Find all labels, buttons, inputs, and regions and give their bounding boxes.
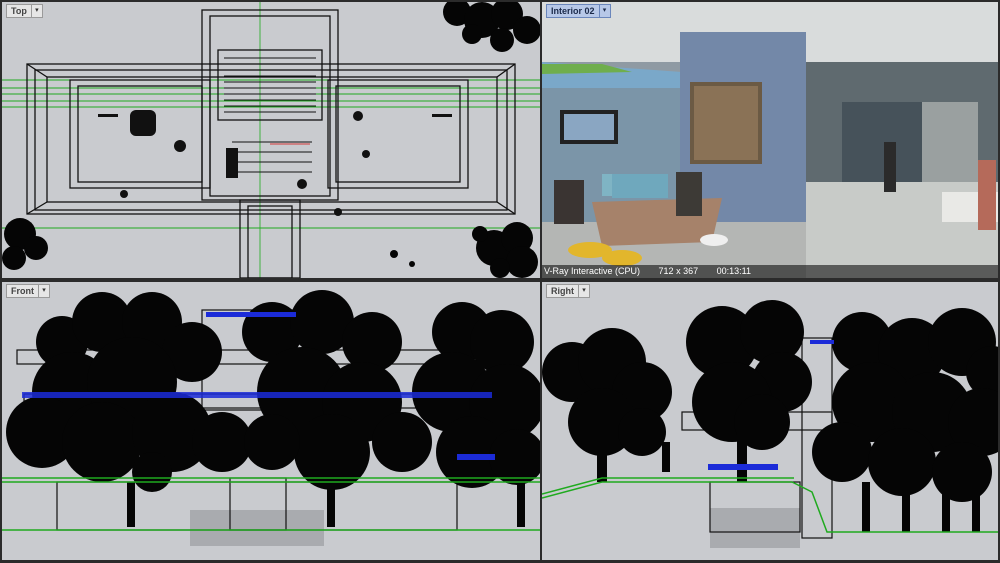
viewport-tab-top[interactable]: Top ▾ (6, 4, 43, 18)
chevron-down-icon[interactable]: ▾ (599, 4, 611, 18)
viewport-tab-front[interactable]: Front ▾ (6, 284, 50, 298)
right-elevation-drawing (542, 300, 998, 548)
viewport-front[interactable]: Front ▾ (2, 282, 540, 560)
interior-render-image (542, 2, 998, 278)
render-resolution-text: 712 x 367 (658, 266, 699, 276)
viewport-label-interior[interactable]: Interior 02 (546, 4, 600, 18)
tree-canopies-top (2, 2, 540, 278)
viewport-tab-right[interactable]: Right ▾ (546, 284, 590, 298)
top-plan-drawing (2, 2, 540, 278)
viewport-tab-interior[interactable]: Interior 02 ▾ (546, 4, 611, 18)
render-engine-text: V-Ray Interactive (CPU) (544, 266, 641, 276)
ground-lines (2, 2, 540, 278)
render-elapsed-text: 00:13:11 (716, 266, 751, 276)
viewport-interior-render[interactable]: Interior 02 ▾ V-Ray Interactive (CPU) 71… (542, 2, 998, 278)
chevron-down-icon[interactable]: ▾ (39, 284, 50, 298)
viewport-label-top[interactable]: Top (6, 4, 32, 18)
viewport-top[interactable]: Top ▾ (2, 2, 540, 278)
front-elevation-drawing (2, 290, 540, 546)
chevron-down-icon[interactable]: ▾ (579, 284, 590, 298)
tree-canopies-right (542, 300, 998, 532)
tree-canopies-front (6, 290, 540, 527)
chevron-down-icon[interactable]: ▾ (31, 4, 43, 18)
viewport-right[interactable]: Right ▾ (542, 282, 998, 560)
viewport-label-front[interactable]: Front (6, 284, 39, 298)
render-status-bar: V-Ray Interactive (CPU) 712 x 367 00:13:… (542, 265, 998, 278)
viewport-label-right[interactable]: Right (546, 284, 579, 298)
